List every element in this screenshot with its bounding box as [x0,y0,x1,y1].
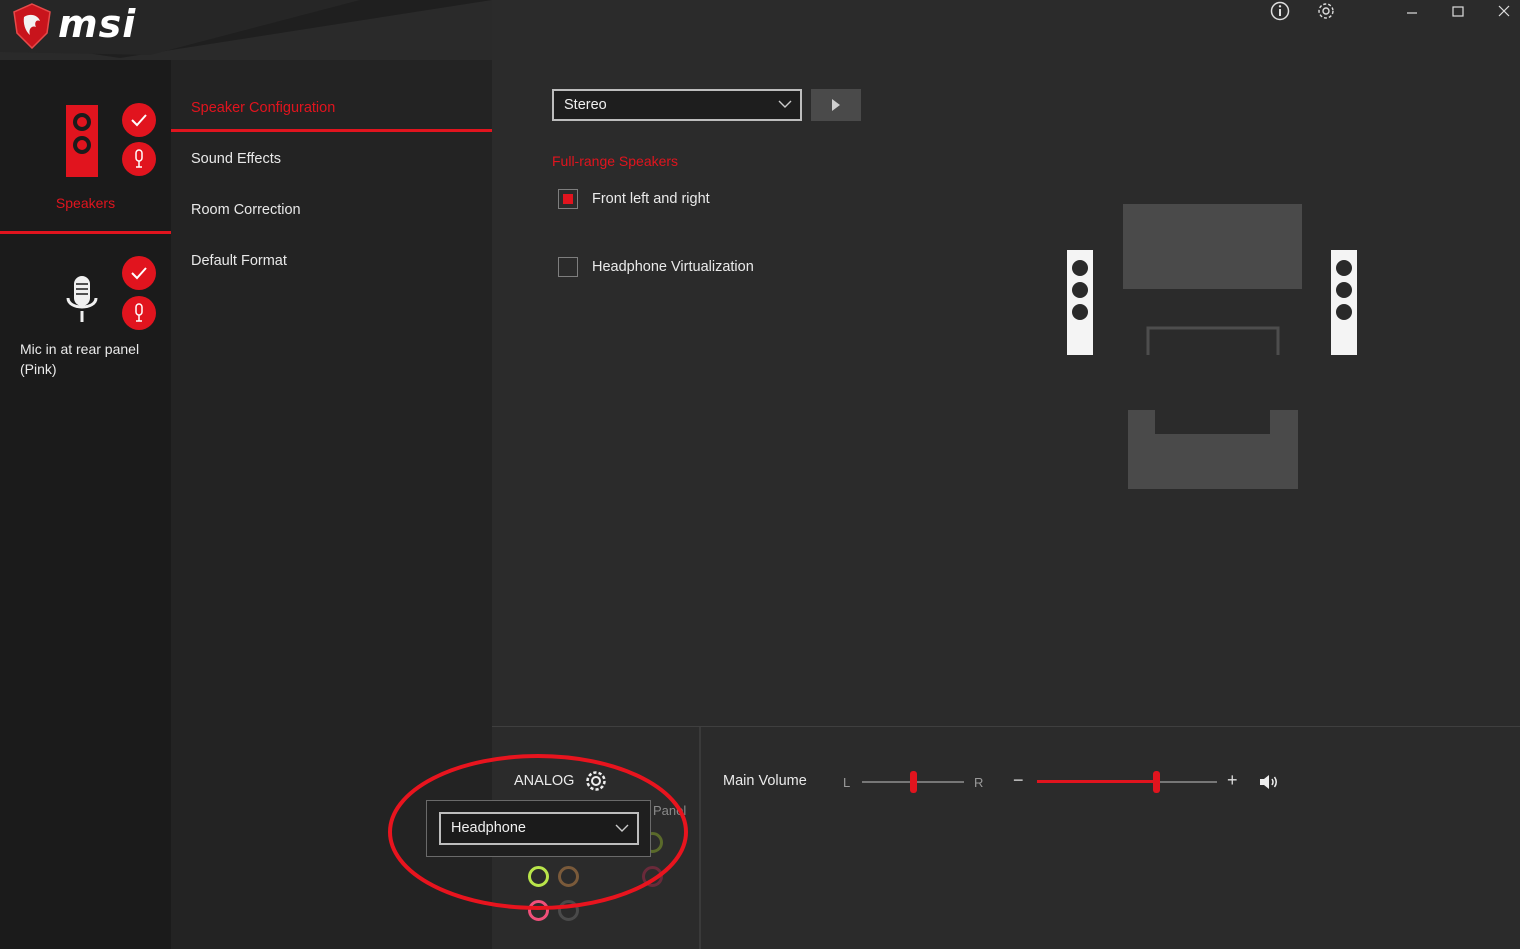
close-icon[interactable] [1492,0,1516,22]
default-device-check-icon[interactable] [122,256,156,290]
chevron-down-icon [615,824,629,832]
menu-item-room-correction[interactable]: Room Correction [171,200,492,246]
microphone-device-icon [66,276,98,322]
speaker-mode-dropdown[interactable]: Stereo [552,89,802,121]
volume-track-fill [1037,780,1153,783]
gear-icon[interactable] [1314,0,1338,22]
front-jack-pink-icon[interactable] [642,866,663,887]
headphone-virtualization-checkbox[interactable]: Headphone Virtualization [558,257,754,277]
default-communication-mic-icon[interactable] [122,142,156,176]
bottom-divider [699,727,701,949]
couch-shape [1128,410,1298,489]
jack-gray-icon[interactable] [558,900,579,921]
default-device-check-icon[interactable] [122,103,156,137]
balance-left-label: L [843,775,851,790]
balance-slider[interactable] [862,771,964,793]
play-icon [832,99,840,111]
volume-minus-button[interactable]: − [1013,770,1024,791]
balance-thumb[interactable] [909,771,917,793]
info-icon[interactable] [1268,0,1292,22]
menu-item-label: Speaker Configuration [191,100,336,116]
checkbox-label: Headphone Virtualization [592,259,754,275]
volume-plus-button[interactable]: + [1227,770,1238,791]
device-mic-label: Mic in at rear panel (Pink) [20,341,140,377]
chevron-down-icon [778,100,792,108]
jack-green-icon[interactable] [528,866,549,887]
menu-item-sound-effects[interactable]: Sound Effects [171,149,492,195]
device-mic-rear-panel[interactable]: Mic in at rear panel (Pink) [0,250,171,390]
msi-dragon-logo-icon [13,3,51,49]
device-speakers-label: Speakers [55,195,116,211]
brand-logo-text: msi [58,2,137,46]
menu-item-label: Default Format [191,253,287,269]
brand-header: msi [0,0,492,60]
front-panel-label: Panel [653,803,687,818]
menu-item-speaker-configuration[interactable]: Speaker Configuration [171,98,492,132]
default-communication-mic-icon[interactable] [122,296,156,330]
play-test-button[interactable] [811,89,861,121]
balance-right-label: R [974,775,984,790]
menu-item-label: Sound Effects [191,151,282,167]
device-speakers[interactable]: Speakers [0,95,171,234]
main-volume-slider[interactable] [1037,771,1217,793]
speaker-device-icon [66,105,98,177]
checkbox-label: Front left and right [592,191,710,207]
speaker-configuration-panel: Stereo Full-range Speakers Front left an… [492,0,1520,726]
tv-screen-shape [1123,204,1302,289]
maximize-icon[interactable] [1446,0,1470,22]
analog-label: ANALOG [514,773,575,789]
jack-function-value: Headphone [451,820,526,836]
jack-brown-icon[interactable] [558,866,579,887]
jack-pink-icon[interactable] [528,900,549,921]
menu-item-default-format[interactable]: Default Format [171,251,492,297]
jack-function-popup: Headphone [426,800,651,857]
minimize-icon[interactable] [1400,0,1424,22]
speaker-mode-value: Stereo [564,97,607,113]
checkbox-box[interactable] [558,189,578,209]
menu-item-label: Room Correction [191,202,301,218]
volume-thumb[interactable] [1152,771,1160,793]
checkbox-box[interactable] [558,257,578,277]
speaker-volume-icon[interactable] [1258,773,1280,791]
main-volume-label: Main Volume [723,773,807,789]
jack-function-dropdown[interactable]: Headphone [439,812,639,845]
front-left-right-checkbox[interactable]: Front left and right [558,189,710,209]
table-shape [1146,326,1280,355]
full-range-speakers-heading: Full-range Speakers [552,153,679,169]
analog-settings-gear-icon[interactable] [585,770,607,792]
speaker-layout-illustration [1067,204,1357,489]
checkbox-checked-mark [563,194,573,204]
